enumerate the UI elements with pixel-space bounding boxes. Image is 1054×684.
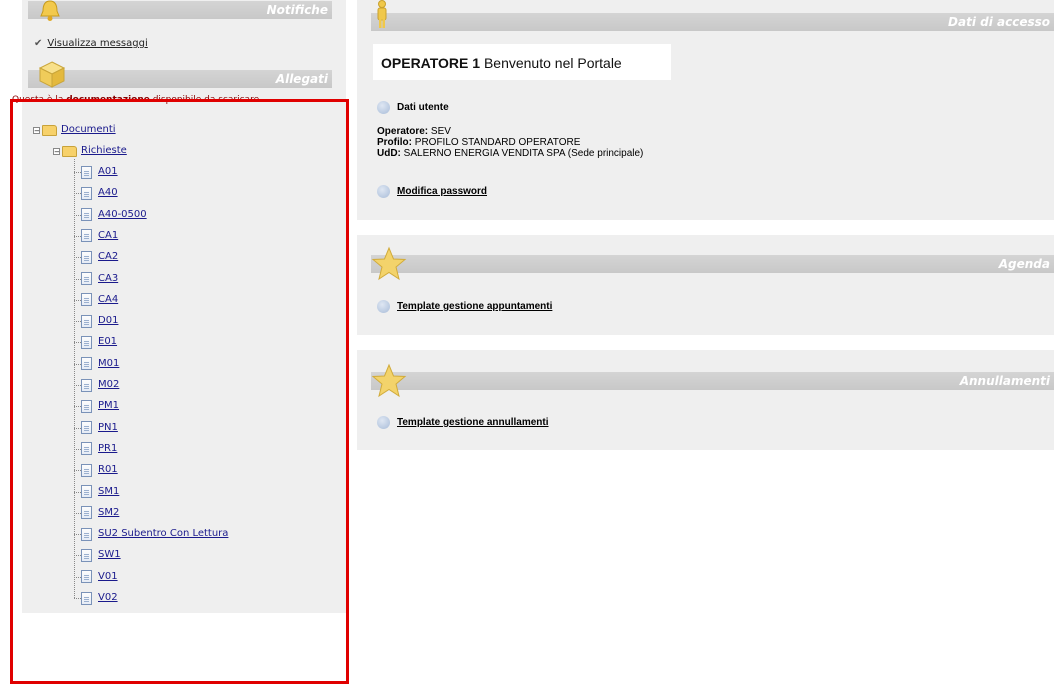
template-annullamenti-link[interactable]: Template gestione annullamenti (397, 417, 549, 428)
template-annullamenti-row: Template gestione annullamenti (377, 416, 549, 429)
selection-highlight (10, 99, 349, 684)
operatore-line: Operatore: SEV (377, 126, 451, 137)
bullet-icon (377, 101, 390, 114)
dati-utente-heading: Dati utente (377, 101, 449, 114)
bell-icon (40, 0, 60, 21)
star-icon (371, 363, 407, 398)
package-icon (38, 61, 66, 88)
annullamenti-header: Annullamenti (371, 372, 1054, 390)
bullet-icon (377, 185, 390, 198)
agenda-header: Agenda (371, 255, 1054, 273)
visualizza-messaggi-link[interactable]: Visualizza messaggi (47, 38, 147, 49)
welcome-text: OPERATORE 1 Benvenuto nel Portale (381, 55, 622, 71)
person-icon (377, 0, 387, 28)
modifica-password-row: Modifica password (377, 185, 487, 198)
dati-accesso-header: Dati di accesso (371, 13, 1054, 31)
star-icon (371, 246, 407, 281)
template-appuntamenti-link[interactable]: Template gestione appuntamenti (397, 301, 552, 312)
annullamenti-panel: Annullamenti Template gestione annullame… (357, 350, 1054, 450)
allegati-header: Allegati (28, 70, 332, 88)
notifiche-header: Notifiche (28, 1, 332, 19)
udd-line: UdD: SALERNO ENERGIA VENDITA SPA (Sede p… (377, 148, 644, 159)
agenda-panel: Agenda Template gestione appuntamenti (357, 235, 1054, 335)
dati-accesso-panel: Dati di accesso OPERATORE 1 Benvenuto ne… (357, 0, 1054, 220)
check-icon: ✔ (34, 38, 43, 49)
profilo-line: Profilo: PROFILO STANDARD OPERATORE (377, 137, 581, 148)
bullet-icon (377, 300, 390, 313)
modifica-password-link[interactable]: Modifica password (397, 186, 487, 197)
template-appuntamenti-row: Template gestione appuntamenti (377, 300, 552, 313)
bullet-icon (377, 416, 390, 429)
visualizza-messaggi-row: ✔ Visualizza messaggi (34, 38, 148, 49)
